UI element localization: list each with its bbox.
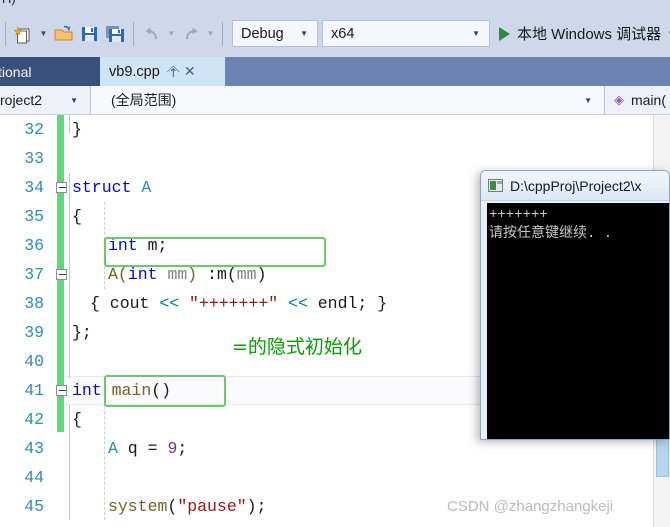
tab-vb9-cpp[interactable]: vb9.cpp ⇱ ✕ <box>100 57 225 86</box>
code-text: int main() <box>72 381 172 400</box>
project-selector-value: roject2 <box>0 92 43 108</box>
collapse-icon[interactable] <box>55 182 67 193</box>
console-window[interactable]: D:\cppProj\Project2\x +++++++ 请按任意键继续. . <box>480 170 670 440</box>
open-file-button[interactable] <box>50 20 76 48</box>
save-all-button[interactable] <box>102 20 128 48</box>
console-title-text: D:\cppProj\Project2\x <box>510 177 642 194</box>
close-icon[interactable]: ✕ <box>184 63 196 80</box>
chevron-down-icon[interactable]: ▼ <box>463 29 487 38</box>
toolbar-separator <box>133 21 134 46</box>
menu-bar-sliver[interactable]: H) <box>0 0 670 10</box>
code-text: { cout << "+++++++" << endl; } <box>90 294 388 313</box>
line-number: 39 <box>24 323 44 342</box>
save-button[interactable] <box>76 20 102 48</box>
new-item-button[interactable] <box>11 20 37 48</box>
annotation-text: =的隐式初始化 <box>232 336 362 358</box>
pin-icon[interactable]: ⇱ <box>164 63 181 80</box>
document-tab-strip: tional vb9.cpp ⇱ ✕ <box>0 57 670 86</box>
line-number: 42 <box>24 410 44 429</box>
code-text: }; <box>72 323 92 342</box>
toolbar-separator <box>222 21 223 46</box>
new-item-dropdown-arrow[interactable]: ▼ <box>37 20 50 48</box>
chevron-down-icon[interactable]: ▼ <box>291 29 315 38</box>
editor-navigation-bar: roject2 ▼ (全局范围) ▼ ◈ main( <box>0 86 670 115</box>
member-selector-combo[interactable]: ◈ main( <box>604 86 670 114</box>
code-line[interactable]: 44 <box>0 463 670 492</box>
chevron-down-icon[interactable]: ▼ <box>576 96 600 105</box>
code-text: } <box>72 120 82 139</box>
redo-button[interactable] <box>178 20 204 48</box>
code-line[interactable]: 32} <box>0 115 670 144</box>
tab-additional[interactable]: tional <box>0 57 100 86</box>
solution-platform-value: x64 <box>331 25 355 42</box>
redo-dropdown-arrow[interactable]: ▼ <box>204 20 217 48</box>
line-number: 45 <box>24 497 44 516</box>
fold-toggle-icon[interactable] <box>50 376 72 405</box>
console-output: +++++++ 请按任意键继续. . <box>487 203 669 439</box>
console-title-bar[interactable]: D:\cppProj\Project2\x <box>481 171 669 201</box>
toolbar-separator <box>5 21 6 46</box>
line-number: 34 <box>24 178 44 197</box>
line-number: 43 <box>24 439 44 458</box>
console-output-line-2: 请按任意键继续. . <box>489 226 613 242</box>
chevron-down-icon[interactable]: ▼ <box>62 96 86 105</box>
tab-label: tional <box>0 63 32 80</box>
member-selector-value: main( <box>630 92 666 108</box>
scope-selector-value: (全局范围) <box>111 92 177 108</box>
line-number: 36 <box>24 236 44 255</box>
code-text: system("pause"); <box>108 497 267 516</box>
code-line[interactable]: 46return 0; <box>0 521 670 527</box>
line-number: 40 <box>24 352 44 371</box>
solution-configuration-value: Debug <box>241 25 284 42</box>
fold-toggle-icon[interactable] <box>50 260 72 289</box>
collapse-icon[interactable] <box>55 385 67 396</box>
play-icon <box>499 26 510 41</box>
scope-selector-combo[interactable]: (全局范围) ▼ <box>91 86 605 114</box>
undo-dropdown-arrow[interactable]: ▼ <box>165 20 178 48</box>
line-number: 37 <box>24 265 44 284</box>
tab-label: vb9.cpp <box>109 63 160 80</box>
line-number: 35 <box>24 207 44 226</box>
console-app-icon <box>488 179 503 192</box>
code-text: { <box>72 410 82 429</box>
undo-button[interactable] <box>139 20 165 48</box>
code-text: struct A <box>72 178 152 197</box>
standard-toolbar: ▼ ▼ ▼ Debug ▼ x64 ▼ 本地 Windows 调试器 <box>0 10 670 57</box>
visual-studio-window: H) ▼ <box>0 0 670 527</box>
line-number: 32 <box>24 120 44 139</box>
collapse-icon[interactable] <box>55 269 67 280</box>
method-icon: ◈ <box>613 92 624 107</box>
start-debugging-label: 本地 Windows 调试器 <box>517 26 662 43</box>
project-selector-combo[interactable]: roject2 ▼ <box>0 86 91 114</box>
solution-platform-combo[interactable]: x64 ▼ <box>322 20 490 47</box>
line-number: 33 <box>24 149 44 168</box>
line-number: 44 <box>24 468 44 487</box>
code-text: A(int mm) :m(mm) <box>108 265 267 284</box>
line-number: 41 <box>24 381 44 400</box>
code-text: { <box>72 207 82 226</box>
solution-configuration-combo[interactable]: Debug ▼ <box>232 20 318 47</box>
line-number: 38 <box>24 294 44 313</box>
fold-toggle-icon[interactable] <box>50 173 72 202</box>
console-output-line-1: +++++++ <box>489 207 548 223</box>
code-text: A q = 9; <box>108 439 188 458</box>
menu-bar-text: H) <box>2 0 16 6</box>
code-line[interactable]: 33 <box>0 144 670 173</box>
watermark: CSDN @zhangzhangkeji <box>447 498 614 515</box>
start-debugging-button[interactable]: 本地 Windows 调试器 ▼ <box>499 20 670 48</box>
code-text: int m; <box>108 236 168 255</box>
